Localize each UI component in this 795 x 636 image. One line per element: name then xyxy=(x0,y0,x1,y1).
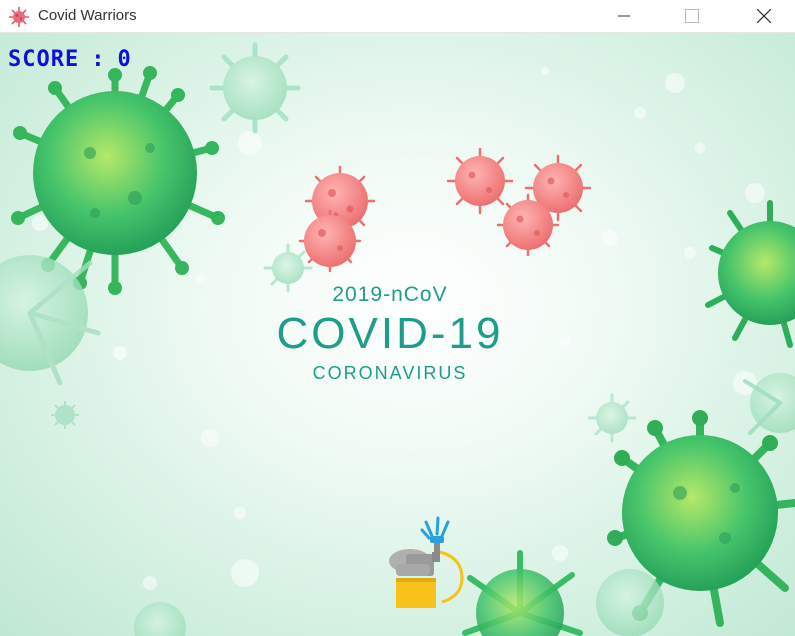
score-value: 0 xyxy=(117,47,132,72)
spray-icon xyxy=(420,516,450,540)
score-separator: : xyxy=(91,47,106,72)
minimize-icon xyxy=(618,15,630,17)
enemy-virus xyxy=(446,147,514,215)
window-title: Covid Warriors xyxy=(38,7,137,24)
close-icon xyxy=(757,9,771,23)
virus-icon xyxy=(8,6,30,28)
background-virus xyxy=(134,602,186,636)
score-label: SCORE xyxy=(8,47,80,72)
maximize-icon xyxy=(685,9,699,23)
minimize-button[interactable] xyxy=(601,0,647,32)
background-virus xyxy=(705,200,795,348)
score-display: SCORE:0 xyxy=(8,47,132,72)
banner-subtitle-top: 2019-nCoV xyxy=(332,283,448,306)
banner-subtitle-bottom: CORONAVIRUS xyxy=(312,363,468,383)
game-canvas[interactable]: SCORE:0 2019-nCoV COVID-19 CORONAVIRUS xyxy=(0,33,795,636)
sanitizer-tank-icon xyxy=(396,578,436,608)
maximize-button[interactable] xyxy=(669,0,715,32)
background-virus xyxy=(587,393,637,443)
banner-title: COVID-19 xyxy=(276,309,504,358)
close-button[interactable] xyxy=(741,0,787,32)
background-virus xyxy=(209,42,301,134)
background-virus xyxy=(462,550,583,636)
title-bar: Covid Warriors xyxy=(0,0,795,33)
background-virus xyxy=(596,569,664,636)
title-banner: 2019-nCoV COVID-19 CORONAVIRUS xyxy=(240,283,540,384)
background-virus xyxy=(51,401,79,429)
player-sprayer[interactable] xyxy=(382,516,470,614)
